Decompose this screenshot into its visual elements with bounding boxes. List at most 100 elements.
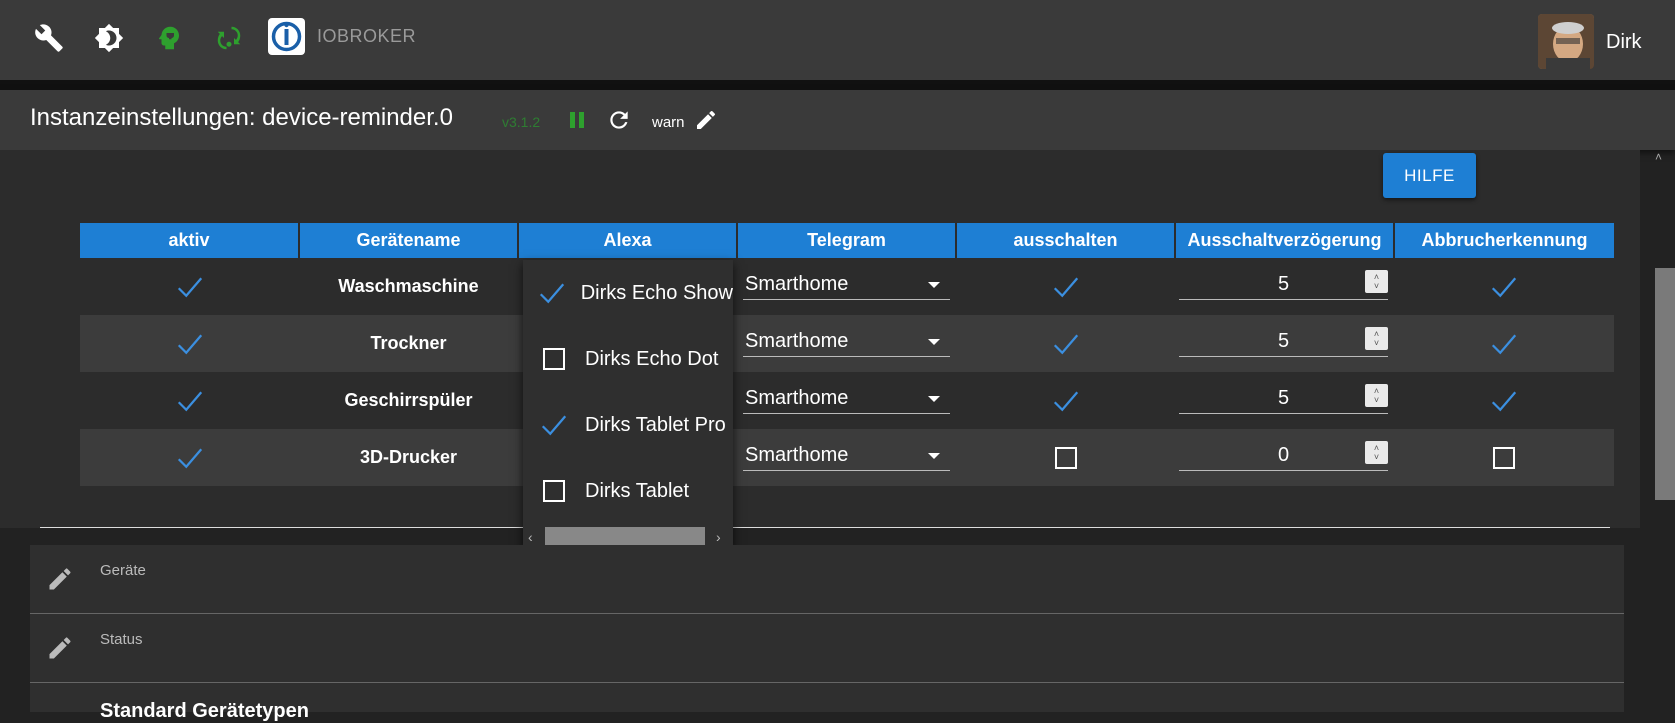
help-button[interactable]: HILFE [1383, 153, 1476, 198]
panel-row-status[interactable]: Status [30, 614, 1624, 683]
section-divider [40, 527, 1610, 528]
version-label: v3.1.2 [502, 114, 541, 130]
username[interactable]: Dirk [1606, 31, 1642, 54]
expert-mode-icon[interactable] [153, 22, 185, 54]
check-icon[interactable] [1051, 386, 1081, 416]
delay-cell[interactable]: 5 ˄ ˅ [1175, 258, 1394, 315]
delay-value: 5 [1277, 330, 1290, 352]
abbruch-cell[interactable] [1394, 258, 1614, 315]
telegram-select[interactable]: Smarthome [743, 441, 950, 471]
telegram-select[interactable]: Smarthome [743, 327, 950, 357]
reload-icon[interactable] [605, 106, 633, 134]
check-icon[interactable] [1051, 329, 1081, 359]
scroll-up-arrow[interactable]: ˄ [1655, 150, 1662, 164]
check-icon [541, 415, 567, 436]
checkbox-unchecked-icon[interactable] [1493, 446, 1515, 469]
check-icon[interactable] [175, 386, 205, 416]
stepper-icon[interactable]: ˄ ˅ [1365, 384, 1388, 407]
instance-header: Instanzeinstellungen: device-reminder.0 … [0, 90, 1675, 150]
device-name: 3D-Drucker [299, 429, 518, 486]
dropdown-scroll-thumb[interactable] [545, 526, 705, 547]
delay-value: 5 [1277, 387, 1290, 409]
table-row: 3D-Drucker Smarthome 0 ˄ ˅ [80, 429, 1614, 486]
telegram-select-value: Smarthome [745, 387, 849, 409]
brand-name: IOBROKER [317, 26, 417, 46]
delay-cell[interactable]: 0 ˄ ˅ [1175, 429, 1394, 486]
check-icon[interactable] [1051, 272, 1081, 302]
telegram-cell[interactable]: Smarthome [737, 258, 956, 315]
check-icon[interactable] [175, 329, 205, 359]
page-title: Instanzeinstellungen: device-reminder.0 [30, 104, 453, 131]
device-name: Waschmaschine [338, 276, 479, 296]
delay-value: 0 [1277, 444, 1290, 466]
check-icon[interactable] [1489, 272, 1519, 302]
theme-icon[interactable] [93, 22, 125, 54]
telegram-select-value: Smarthome [745, 273, 849, 295]
stepper-icon[interactable]: ˄ ˅ [1365, 441, 1388, 464]
pause-icon[interactable] [563, 106, 591, 134]
alexa-option[interactable]: Dirks Tablet Pro [523, 392, 733, 458]
top-bar: IOBROKER Dirk [0, 0, 1675, 80]
telegram-cell[interactable]: Smarthome [737, 315, 956, 372]
aktiv-cell[interactable] [80, 258, 299, 315]
device-name: Trockner [299, 315, 518, 372]
delay-cell[interactable]: 5 ˄ ˅ [1175, 372, 1394, 429]
pencil-icon[interactable] [46, 565, 74, 593]
avatar[interactable] [1538, 14, 1594, 69]
alexa-option-label: Dirks Echo Show [580, 281, 733, 304]
col-header-telegram: Telegram [736, 223, 956, 258]
checkbox-unchecked-icon [543, 348, 565, 370]
alexa-option-label: Dirks Tablet Pro [585, 413, 726, 436]
iobroker-logo[interactable] [268, 18, 305, 55]
checkbox-unchecked-icon[interactable] [1054, 446, 1077, 469]
stepper-icon[interactable]: ˄ ˅ [1365, 270, 1388, 293]
col-header-geraetename: Gerätename [298, 223, 518, 258]
chevron-left-icon[interactable]: ‹ [528, 529, 533, 545]
dropdown-arrow-icon [928, 338, 940, 345]
check-icon[interactable] [175, 272, 205, 302]
telegram-cell[interactable]: Smarthome [737, 429, 956, 486]
chevron-right-icon[interactable]: › [716, 529, 721, 545]
alexa-option-label: Dirks Tablet [585, 479, 690, 502]
aktiv-cell[interactable] [80, 372, 299, 429]
telegram-cell[interactable]: Smarthome [737, 372, 956, 429]
dropdown-arrow-icon [928, 281, 940, 288]
delay-value: 5 [1277, 273, 1290, 295]
abbruch-cell[interactable] [1394, 315, 1614, 372]
ausschalten-cell[interactable] [956, 372, 1175, 429]
delay-input[interactable]: 5 ˄ ˅ [1179, 270, 1388, 300]
edit-icon[interactable] [692, 106, 720, 134]
ausschalten-cell[interactable] [956, 258, 1175, 315]
stepper-icon[interactable]: ˄ ˅ [1365, 327, 1388, 350]
device-name: Geschirrspüler [344, 390, 473, 410]
pencil-icon[interactable] [46, 634, 74, 662]
alexa-option-label: Dirks Echo Dot [585, 347, 719, 370]
aktiv-cell[interactable] [80, 429, 299, 486]
check-icon[interactable] [175, 443, 205, 473]
alexa-option[interactable]: Dirks Echo Dot [523, 326, 733, 392]
abbruch-cell[interactable] [1394, 429, 1614, 486]
abbruch-cell[interactable] [1394, 372, 1614, 429]
alexa-option[interactable]: Dirks Tablet [523, 458, 733, 524]
col-header-abbrucherkennung: Abbrucherkennung [1393, 223, 1614, 258]
delay-input[interactable]: 0 ˄ ˅ [1179, 441, 1388, 471]
ausschalten-cell[interactable] [956, 429, 1175, 486]
check-icon[interactable] [1489, 329, 1519, 359]
alexa-dropdown-list[interactable]: Dirks Echo Show Dirks Echo Dot Dirks Tab… [523, 260, 733, 548]
telegram-select[interactable]: Smarthome [743, 384, 950, 414]
telegram-select[interactable]: Smarthome [743, 270, 950, 300]
wrench-icon[interactable] [33, 22, 65, 54]
alexa-option[interactable]: Dirks Echo Show [523, 260, 733, 326]
aktiv-cell[interactable] [80, 315, 299, 372]
check-icon[interactable] [1489, 386, 1519, 416]
delay-input[interactable]: 5 ˄ ˅ [1179, 327, 1388, 357]
page-scrollbar-thumb[interactable] [1655, 268, 1675, 500]
panel-row-geraete[interactable]: Geräte [30, 545, 1624, 614]
table-row: Waschmaschine Smarthome 5 ˄ ˅ [80, 258, 1614, 315]
update-icon[interactable] [213, 22, 245, 54]
delay-cell[interactable]: 5 ˄ ˅ [1175, 315, 1394, 372]
delay-input[interactable]: 5 ˄ ˅ [1179, 384, 1388, 414]
col-header-aktiv: aktiv [80, 223, 299, 258]
col-header-ausschalten: ausschalten [955, 223, 1175, 258]
ausschalten-cell[interactable] [956, 315, 1175, 372]
